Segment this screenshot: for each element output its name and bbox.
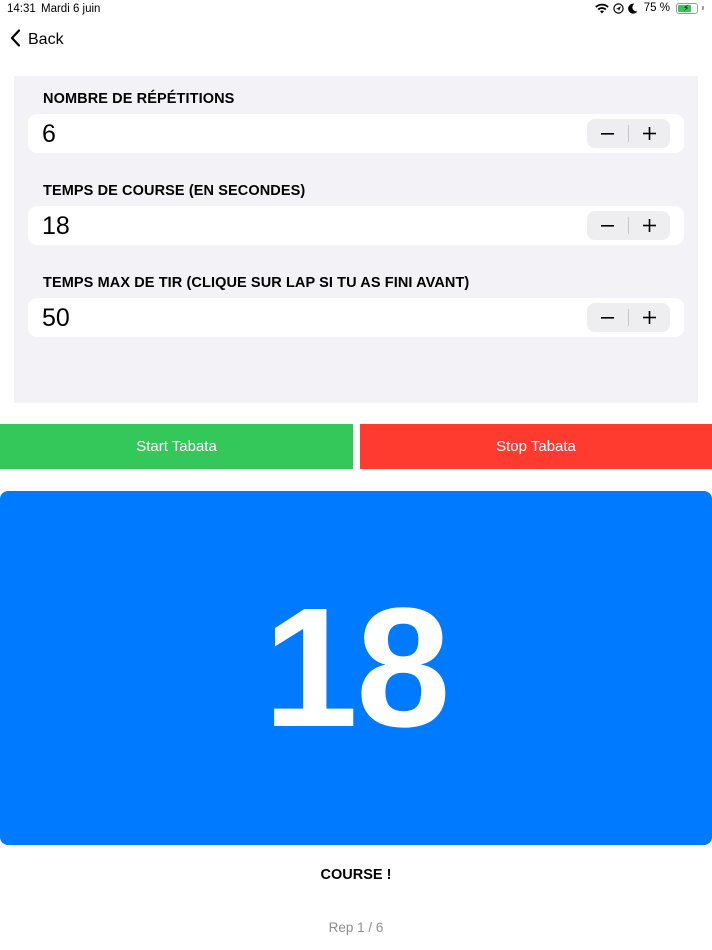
- location-icon: [613, 2, 624, 14]
- run-time-label: TEMPS DE COURSE (EN SECONDES): [43, 183, 306, 199]
- run-time-increment-button[interactable]: [629, 211, 670, 240]
- run-time-decrement-button[interactable]: [587, 211, 628, 240]
- run-time-value: 18: [42, 212, 70, 240]
- status-date: Mardi 6 juin: [41, 3, 101, 15]
- repetitions-decrement-button[interactable]: [587, 119, 628, 148]
- timer-value: 18: [263, 573, 450, 763]
- battery-cap: [702, 6, 704, 10]
- stop-tabata-button[interactable]: Stop Tabata: [360, 424, 712, 469]
- minus-icon: [601, 132, 614, 135]
- shooting-time-decrement-button[interactable]: [587, 303, 628, 332]
- moon-icon: [627, 3, 638, 14]
- shooting-time-value: 50: [42, 304, 70, 332]
- repetitions-value: 6: [42, 120, 56, 148]
- shooting-time-increment-button[interactable]: [629, 303, 670, 332]
- timer-card: 18: [0, 491, 712, 845]
- battery-percent: 75 %: [643, 2, 670, 14]
- run-time-stepper: [587, 211, 670, 240]
- shooting-time-stepper: [587, 303, 670, 332]
- shooting-time-label: TEMPS MAX DE TIR (CLIQUE SUR LAP SI TU A…: [43, 275, 470, 291]
- repetitions-stepper: [587, 119, 670, 148]
- plus-icon: [643, 219, 656, 232]
- repetitions-field: 6: [28, 114, 684, 153]
- settings-panel: NOMBRE DE RÉPÉTITIONS 6 TEMPS DE COURSE …: [14, 76, 698, 403]
- status-bar: 14:31 Mardi 6 juin 75 % ⚡: [0, 0, 712, 18]
- plus-icon: [643, 311, 656, 324]
- status-time: 14:31: [7, 3, 36, 15]
- rep-counter: Rep 1 / 6: [328, 920, 384, 935]
- status-icons: 75 % ⚡: [595, 2, 704, 14]
- shooting-time-field: 50: [28, 298, 684, 337]
- phase-label: COURSE !: [320, 867, 392, 883]
- run-time-field: 18: [28, 206, 684, 245]
- chevron-left-icon: [10, 28, 21, 52]
- charging-bolt-icon: ⚡: [683, 2, 690, 13]
- minus-icon: [601, 316, 614, 319]
- back-button[interactable]: Back: [10, 28, 64, 52]
- back-label: Back: [28, 31, 64, 48]
- wifi-icon: [595, 3, 609, 14]
- repetitions-label: NOMBRE DE RÉPÉTITIONS: [43, 91, 235, 107]
- plus-icon: [643, 127, 656, 140]
- repetitions-increment-button[interactable]: [629, 119, 670, 148]
- start-tabata-button[interactable]: Start Tabata: [0, 424, 353, 469]
- battery-icon: ⚡: [676, 2, 698, 14]
- minus-icon: [601, 224, 614, 227]
